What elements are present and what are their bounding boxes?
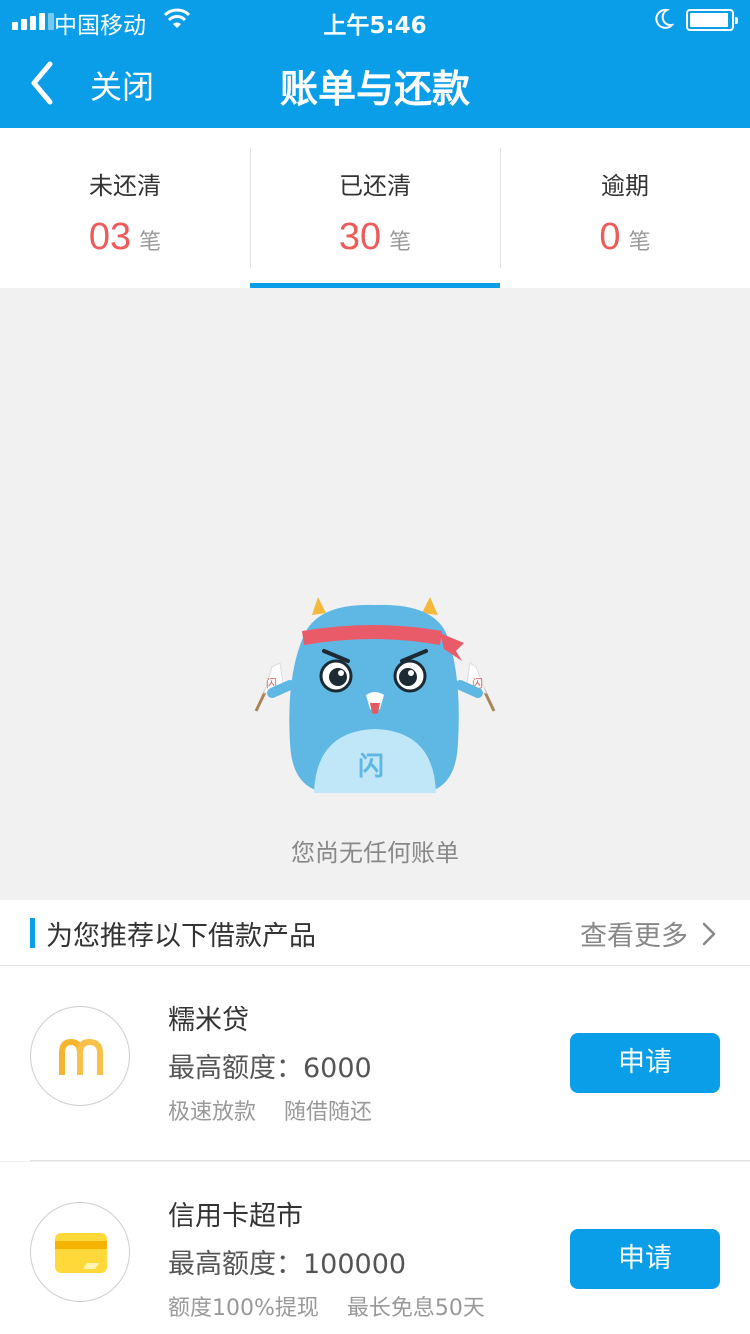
count-unit: 笔 — [389, 230, 412, 255]
product-limit: 最高额度：6000 — [168, 1053, 372, 1084]
page-title: 账单与还款 — [279, 67, 470, 111]
count-number: 03 — [88, 216, 132, 258]
tab-count: 03 笔 — [0, 216, 250, 259]
product-name: 信用卡超市 — [168, 1201, 303, 1232]
count-unit: 笔 — [139, 230, 162, 255]
count-unit: 笔 — [628, 230, 651, 255]
chevron-right-icon[interactable] — [702, 922, 716, 946]
product-tag: 额度100%提现 — [168, 1296, 319, 1321]
product-name: 糯米贷 — [168, 1005, 249, 1036]
tab-count: 0笔 — [500, 216, 750, 259]
product-tag: 最长免息50天 — [346, 1296, 485, 1321]
tab-count: 30 笔 — [250, 216, 500, 259]
tab-overdue[interactable]: 逾期 0笔 — [500, 128, 750, 288]
divider — [30, 1160, 750, 1161]
empty-state: 闪 闪 闪 您尚无任何账单 — [0, 288, 750, 900]
apply-button[interactable]: 申请 — [570, 1229, 720, 1289]
apply-button[interactable]: 申请 — [570, 1033, 720, 1093]
empty-message: 您尚无任何账单 — [291, 839, 459, 867]
credit-card-icon — [55, 1233, 107, 1273]
tab-label: 逾期 — [601, 172, 649, 200]
status-bar: 中国移动 上午5:46 — [0, 0, 750, 40]
nuomi-logo-icon — [59, 1039, 103, 1075]
count-number: 0 — [599, 216, 621, 258]
top-bar: 中国移动 上午5:46 关闭 账单与还款 — [0, 0, 750, 128]
tab-label: 未还清 — [89, 172, 161, 200]
tab-label: 已还清 — [339, 172, 411, 200]
view-more-link[interactable]: 查看更多 — [580, 914, 688, 953]
product-tags: 极速放款 随借随还 — [168, 1094, 372, 1126]
product-tag: 随借随还 — [284, 1100, 373, 1125]
product-limit: 最高额度：100000 — [168, 1249, 407, 1280]
section-accent-bar — [30, 918, 35, 948]
product-card[interactable]: 信用卡超市 最高额度：100000 额度100%提现 最长免息50天 申请 — [0, 1162, 750, 1334]
bill-status-tabs: 未还清 03 笔 已还清 30 笔 逾期 0笔 — [0, 128, 750, 288]
recommend-title: 为您推荐以下借款产品 — [46, 921, 316, 952]
svg-text:闪: 闪 — [358, 752, 384, 782]
do-not-disturb-icon — [655, 8, 674, 29]
recommend-header: 为您推荐以下借款产品 查看更多 — [0, 900, 750, 966]
product-tag: 极速放款 — [168, 1100, 257, 1125]
product-logo — [30, 1202, 130, 1302]
product-card[interactable]: 糯米贷 最高额度：6000 极速放款 随借随还 申请 — [0, 966, 750, 1161]
product-tags: 额度100%提现 最长免息50天 — [168, 1290, 485, 1322]
mascot-illustration: 闪 闪 闪 — [254, 597, 496, 793]
product-logo — [30, 1006, 130, 1106]
clock: 上午5:46 — [323, 13, 427, 39]
battery-icon — [686, 9, 738, 31]
count-number: 30 — [338, 216, 382, 258]
tab-paid[interactable]: 已还清 30 笔 — [250, 128, 500, 288]
tab-unpaid[interactable]: 未还清 03 笔 — [0, 128, 250, 288]
